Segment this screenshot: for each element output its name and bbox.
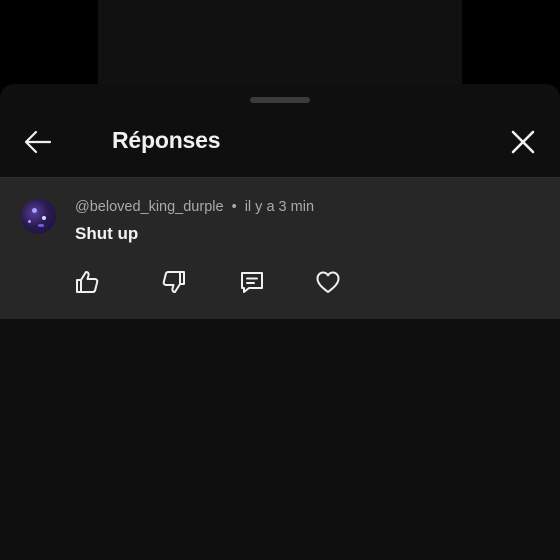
video-player-area xyxy=(98,0,462,96)
comment-author[interactable]: @beloved_king_durple xyxy=(75,199,224,215)
dislike-button[interactable] xyxy=(154,262,194,302)
avatar[interactable] xyxy=(20,198,56,234)
sheet-header: Réponses xyxy=(0,108,560,178)
page-title: Réponses xyxy=(112,127,221,153)
comment-actions xyxy=(0,262,560,302)
heart-icon xyxy=(314,268,342,296)
back-button[interactable] xyxy=(18,122,58,162)
comment-item: @beloved_king_durple • il y a 3 min Shut… xyxy=(0,178,560,319)
like-button[interactable] xyxy=(67,262,107,302)
close-button[interactable] xyxy=(503,122,543,162)
reply-button[interactable] xyxy=(232,262,272,302)
heart-button[interactable] xyxy=(308,262,348,302)
reply-icon xyxy=(238,268,266,296)
meta-separator: • xyxy=(231,199,237,215)
replies-sheet: Réponses @beloved_king_durple • il y a 3… xyxy=(0,84,560,560)
arrow-left-icon xyxy=(22,126,54,158)
close-icon xyxy=(509,128,537,156)
thumb-down-icon xyxy=(160,268,188,296)
drag-handle[interactable] xyxy=(250,97,310,103)
thumb-up-icon xyxy=(73,268,101,296)
comment-timestamp: il y a 3 min xyxy=(244,199,315,215)
comment-meta: @beloved_king_durple • il y a 3 min xyxy=(75,199,314,215)
comment-text: Shut up xyxy=(75,224,139,243)
